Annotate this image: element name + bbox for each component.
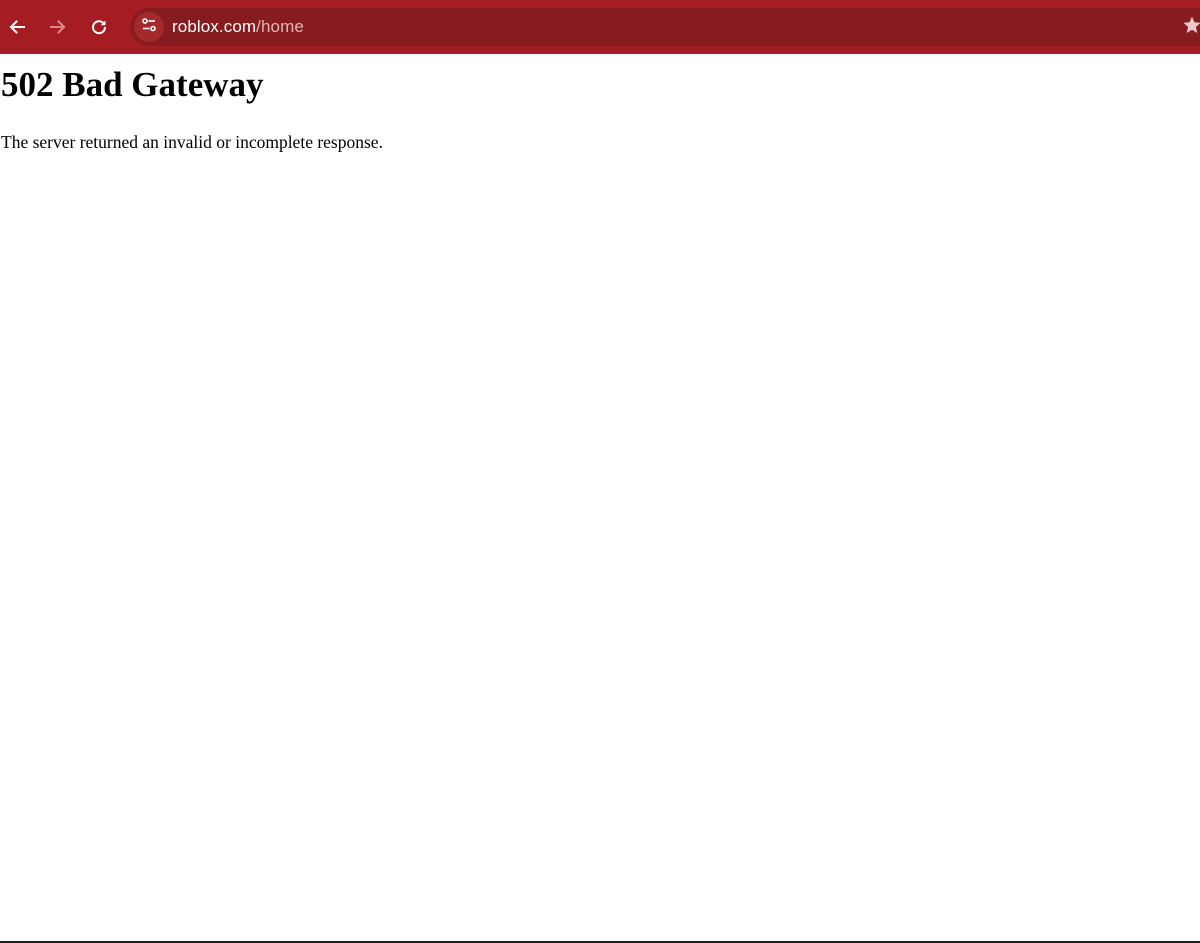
browser-window: roblox.com/home 502 Bad Gateway The serv…: [0, 0, 1200, 943]
error-message: The server returned an invalid or incomp…: [1, 132, 383, 152]
reload-icon: [90, 18, 108, 36]
site-info-button[interactable]: [134, 12, 164, 42]
browser-toolbar: roblox.com/home: [0, 0, 1200, 54]
tune-icon: [141, 17, 157, 38]
error-heading: 502 Bad Gateway: [1, 65, 264, 104]
page-content: 502 Bad Gateway The server returned an i…: [0, 54, 1200, 941]
star-icon: [1182, 15, 1200, 40]
url-path: /home: [256, 17, 304, 36]
arrow-left-icon: [8, 18, 26, 36]
bookmark-button[interactable]: [1182, 15, 1200, 40]
back-button[interactable]: [0, 10, 34, 44]
url-host: roblox.com: [172, 17, 257, 36]
forward-button[interactable]: [41, 10, 75, 44]
url-text[interactable]: roblox.com/home: [172, 17, 304, 37]
reload-button[interactable]: [82, 10, 116, 44]
address-bar[interactable]: roblox.com/home: [130, 8, 1200, 46]
arrow-right-icon: [49, 18, 67, 36]
